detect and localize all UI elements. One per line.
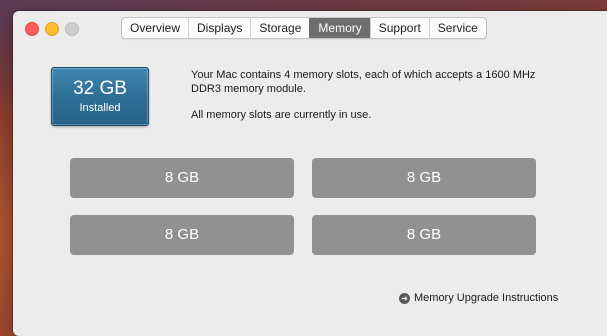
installed-memory-label: Installed [79, 102, 121, 114]
memory-slot-4: 8 GB [312, 215, 536, 255]
memory-panel: 32 GB Installed Your Mac contains 4 memo… [13, 51, 607, 336]
tab-service[interactable]: Service [428, 18, 486, 38]
close-window-button[interactable] [25, 22, 39, 36]
memory-upgrade-instructions-link[interactable]: ➜ Memory Upgrade Instructions [399, 292, 558, 304]
title-bar: Overview Displays Storage Memory Support… [13, 11, 607, 51]
tab-storage[interactable]: Storage [250, 18, 309, 38]
installed-memory-size: 32 GB [73, 78, 127, 99]
memory-description: Your Mac contains 4 memory slots, each o… [191, 68, 551, 122]
about-this-mac-window: Overview Displays Storage Memory Support… [13, 11, 607, 336]
tab-displays[interactable]: Displays [188, 18, 250, 38]
memory-slot-1: 8 GB [70, 158, 294, 198]
tab-memory[interactable]: Memory [309, 18, 370, 38]
tab-bar: Overview Displays Storage Memory Support… [121, 17, 487, 39]
memory-slots-info: Your Mac contains 4 memory slots, each o… [191, 69, 536, 95]
memory-slots-status: All memory slots are currently in use. [191, 109, 372, 121]
zoom-window-button[interactable] [65, 22, 79, 36]
memory-slot-2: 8 GB [312, 158, 536, 198]
memory-upgrade-instructions-label: Memory Upgrade Instructions [414, 292, 559, 304]
arrow-circle-right-icon: ➜ [399, 292, 410, 304]
minimize-window-button[interactable] [45, 22, 59, 36]
tab-overview[interactable]: Overview [122, 18, 188, 38]
memory-slot-3: 8 GB [70, 215, 294, 255]
installed-memory-badge: 32 GB Installed [51, 67, 149, 126]
tab-support[interactable]: Support [369, 18, 429, 38]
